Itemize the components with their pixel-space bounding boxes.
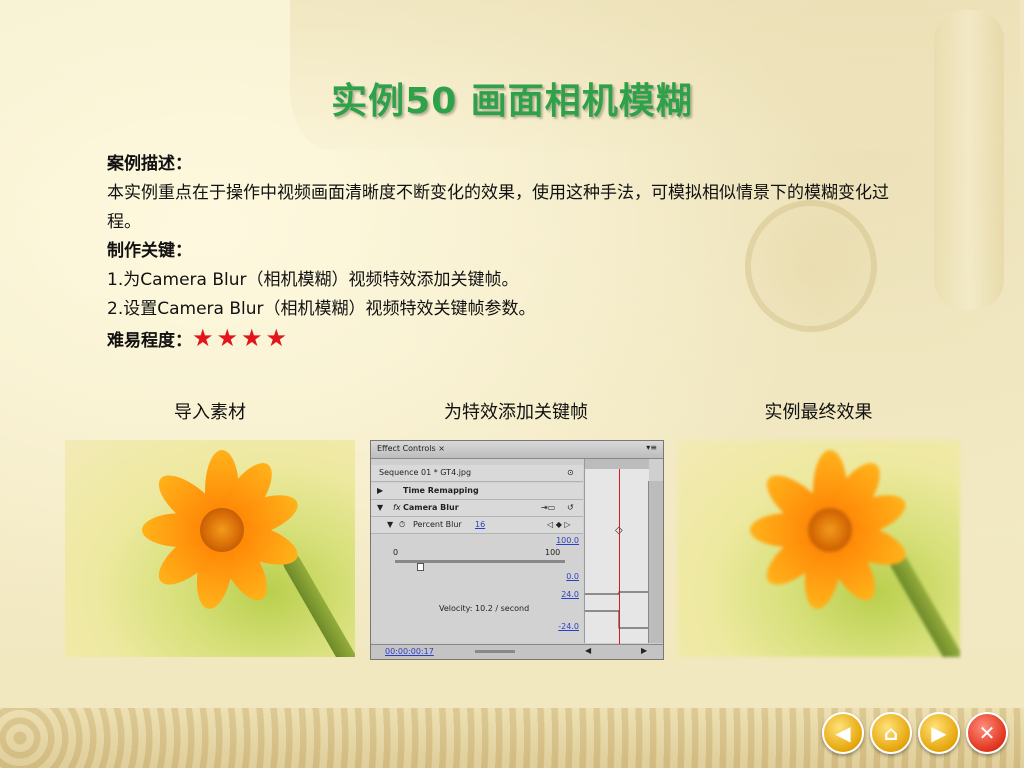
panel-footer: 00:00:00:17 ◀ ▶: [371, 644, 663, 659]
camera-blur-label: Camera Blur: [403, 503, 459, 512]
close-button[interactable]: ✕: [966, 712, 1008, 754]
back-button[interactable]: ◀: [822, 712, 864, 754]
time-remapping-row[interactable]: ▶ Time Remapping: [371, 483, 583, 500]
forward-arrow-icon: ▶: [931, 721, 947, 745]
description-heading: 案例描述：: [107, 154, 192, 174]
velocity-top[interactable]: 24.0: [561, 590, 579, 599]
key-heading: 制作关键：: [107, 241, 192, 261]
timecode[interactable]: 00:00:00:17: [385, 647, 434, 656]
caption-import: 导入素材: [174, 402, 246, 423]
min-value[interactable]: 0.0: [566, 572, 579, 581]
keyframe-timeline[interactable]: ◇: [584, 459, 649, 643]
max-value[interactable]: 100.0: [556, 536, 579, 545]
flower-center: [200, 508, 244, 552]
show-hide-clip-icon[interactable]: ⊙: [567, 468, 574, 477]
forward-button[interactable]: ▶: [918, 712, 960, 754]
flower-center: [808, 508, 852, 552]
effect-controls-tab[interactable]: Effect Controls ×: [377, 444, 445, 453]
caption-keyframe: 为特效添加关键帧: [444, 402, 588, 423]
percent-blur-value[interactable]: 16: [475, 520, 485, 529]
difficulty-label: 难易程度：: [107, 331, 192, 351]
playhead-line[interactable]: [619, 469, 620, 644]
percent-blur-row[interactable]: ▼ ⏱ Percent Blur 16 ◁ ◆ ▷: [371, 517, 583, 534]
reset-icon[interactable]: ↺: [567, 503, 574, 512]
velocity-text: Velocity: 10.2 / second: [439, 604, 530, 613]
stopwatch-icon[interactable]: ⏱: [399, 520, 405, 530]
difficulty-row: 难易程度：★★★★: [107, 324, 917, 356]
source-flower-image: [65, 440, 355, 657]
close-icon: ✕: [978, 721, 996, 745]
slide-navigation: ◀ ⌂ ▶ ✕: [822, 712, 1008, 754]
percent-blur-label: Percent Blur: [413, 520, 462, 529]
velocity-bottom[interactable]: -24.0: [558, 622, 579, 631]
keyframe-nav-icon[interactable]: ◁ ◆ ▷: [547, 520, 571, 529]
value-graph: [585, 591, 649, 629]
vertical-scrollbar[interactable]: [648, 481, 663, 643]
graph-area: 100.0 0 100 0.0 24.0 Velocity: 10.2 / se…: [371, 534, 583, 642]
effect-controls-panel: Effect Controls × ▾≡ Sequence 01 * GT4.j…: [370, 440, 664, 660]
key-step-1: 1.为Camera Blur（相机模糊）视频特效添加关键帧。: [107, 270, 519, 290]
camera-blur-row[interactable]: ▼ fx Camera Blur ⇥▭ ↺: [371, 500, 583, 517]
slider-handle[interactable]: [417, 563, 424, 571]
slider-min: 0: [393, 548, 399, 557]
zoom-slider[interactable]: [475, 650, 515, 653]
collapse-arrow-icon[interactable]: ▼: [387, 520, 393, 529]
effect-settings-icon[interactable]: ⇥▭: [541, 503, 555, 512]
caption-result: 实例最终效果: [764, 402, 873, 423]
slide-body: 案例描述： 本实例重点在于操作中视频画面清晰度不断变化的效果，使用这种手法，可模…: [107, 150, 917, 356]
sequence-row: Sequence 01 * GT4.jpg ⊙: [371, 465, 583, 482]
time-ruler[interactable]: [585, 459, 649, 469]
key-step-2: 2.设置Camera Blur（相机模糊）视频特效关键帧参数。: [107, 299, 536, 319]
slider-max: 100: [545, 548, 561, 557]
home-button[interactable]: ⌂: [870, 712, 912, 754]
collapse-arrow-icon[interactable]: ▼: [377, 503, 383, 512]
scroll-left-icon[interactable]: ◀: [585, 646, 591, 655]
flower-stem: [887, 551, 960, 657]
slide-title: 实例50 画面相机模糊: [331, 81, 693, 122]
fx-icon[interactable]: fx: [393, 503, 401, 512]
panel-menu-icon[interactable]: ▾≡: [646, 443, 657, 452]
panel-tab-bar: Effect Controls × ▾≡: [371, 441, 663, 459]
home-icon: ⌂: [883, 721, 899, 745]
description-text: 本实例重点在于操作中视频画面清晰度不断变化的效果，使用这种手法，可模拟相似情景下…: [107, 183, 889, 232]
expand-arrow-icon[interactable]: ▶: [377, 486, 383, 495]
back-arrow-icon: ◀: [835, 721, 851, 745]
flower-stem: [280, 551, 355, 657]
scroll-right-icon[interactable]: ▶: [641, 646, 647, 655]
scroll-roll-decoration: [934, 10, 1004, 310]
difficulty-stars: ★★★★: [192, 324, 291, 352]
sequence-label: Sequence 01 * GT4.jpg: [379, 468, 472, 477]
time-remapping-label: Time Remapping: [403, 486, 479, 495]
result-flower-image: [677, 440, 960, 657]
